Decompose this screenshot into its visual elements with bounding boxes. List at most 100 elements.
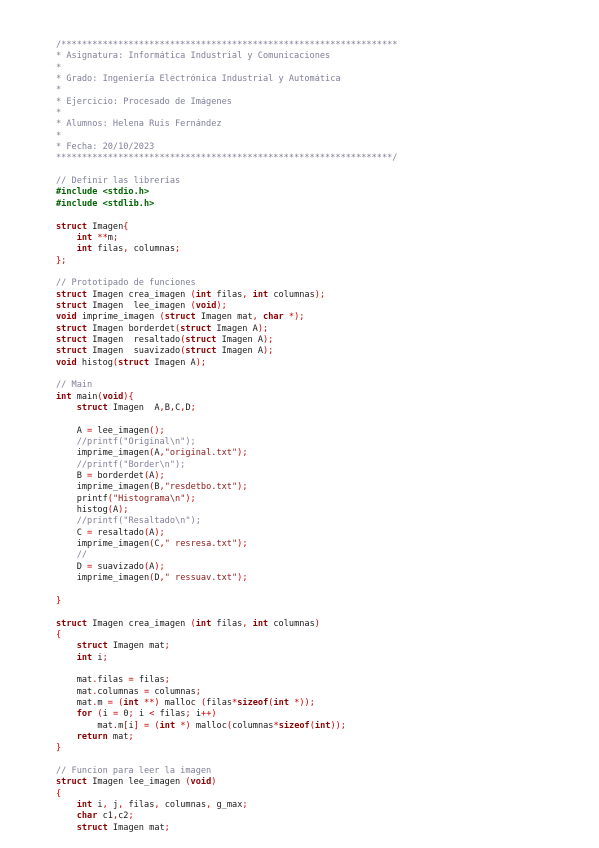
code-token: // Definir las librerías xyxy=(56,176,181,187)
code-line: * xyxy=(56,131,586,142)
code-token: struct xyxy=(76,641,108,652)
code-token: filas xyxy=(123,800,155,811)
code-token: int xyxy=(252,289,269,300)
code-document: /***************************************… xyxy=(56,40,586,834)
code-token: struct xyxy=(76,403,108,413)
code-token: int xyxy=(56,391,72,402)
code-token: int xyxy=(252,618,269,629)
code-token: "original.txt" xyxy=(164,448,238,459)
code-line: } xyxy=(56,743,586,754)
code-line: struct Imagen A,B,C,D; xyxy=(56,403,586,414)
code-line: int main(void){ xyxy=(56,392,586,403)
code-token: filas xyxy=(97,675,129,686)
code-line: int i, j, filas, columnas, g_max; xyxy=(56,800,586,811)
code-token: } xyxy=(56,595,62,606)
code-token: // Funcion para leer la imagen xyxy=(56,766,212,776)
code-token: char xyxy=(263,312,284,323)
code-token: { xyxy=(123,221,129,232)
code-line: // Definir las librerías xyxy=(56,176,586,187)
code-line: { xyxy=(56,630,586,641)
code-token: malloc xyxy=(159,697,201,708)
code-line: imprime_imagen(D," ressuav.txt"); xyxy=(56,573,586,584)
code-token: struct xyxy=(56,300,88,311)
code-token: struct xyxy=(118,357,150,368)
code-token: * Grado: Ingeniería Electrónica Industri… xyxy=(56,74,341,85)
code-token: columnas xyxy=(128,244,176,255)
code-line: struct Imagen{ xyxy=(56,222,586,233)
code-line: }; xyxy=(56,256,586,267)
code-token: ; xyxy=(112,232,119,243)
code-line: struct Imagen crea_imagen (int filas, in… xyxy=(56,290,586,301)
code-line: return mat; xyxy=(56,732,586,743)
code-token: int xyxy=(273,697,289,708)
code-token: imprime_imagen xyxy=(76,312,160,323)
code-line: struct Imagen borderdet(struct Imagen A)… xyxy=(56,324,586,335)
code-line: * Ejercicio: Procesado de Imágenes xyxy=(56,97,586,108)
code-token: ); xyxy=(118,505,129,516)
code-token: columnas xyxy=(268,618,315,629)
code-line: imprime_imagen(C," resresa.txt"); xyxy=(56,539,586,550)
code-token: columnas xyxy=(232,720,274,731)
code-line: imprime_imagen(B,"resdetbo.txt"); xyxy=(56,482,586,493)
code-line: imprime_imagen(A,"original.txt"); xyxy=(56,448,586,459)
code-token: histog xyxy=(56,505,108,516)
code-token: * xyxy=(56,108,62,119)
code-token: "Histograma\n" xyxy=(112,493,186,504)
code-line: #include <stdio.h> xyxy=(56,187,586,198)
code-token: // xyxy=(76,550,88,561)
code-token: lee_imagen xyxy=(92,425,150,436)
code-token: sizeof xyxy=(237,697,269,708)
code-token: **) xyxy=(144,697,160,708)
code-line: void histog(struct Imagen A); xyxy=(56,358,586,369)
code-line: struct Imagen resaltado(struct Imagen A)… xyxy=(56,335,586,346)
code-token: ); xyxy=(237,482,248,493)
code-token: ); xyxy=(263,346,274,357)
code-line: // Funcion para leer la imagen xyxy=(56,766,586,777)
code-token: ); xyxy=(237,539,248,550)
code-token: //printf("Original\n"); xyxy=(76,437,196,448)
code-token: i xyxy=(92,652,103,663)
code-token: int xyxy=(195,289,212,300)
code-token: { xyxy=(56,629,62,640)
code-token: (); xyxy=(149,425,165,436)
code-token: " resresa.txt" xyxy=(164,539,238,550)
code-token: ****************************************… xyxy=(56,153,398,164)
code-token: struct xyxy=(185,334,217,345)
code-token: *)); xyxy=(294,697,315,708)
code-token: main xyxy=(71,391,98,402)
code-token: g_max xyxy=(211,800,243,811)
code-token: resaltado xyxy=(92,527,144,538)
code-token: struct xyxy=(56,618,88,629)
code-token: ); xyxy=(154,527,165,538)
code-line: * Alumnos: Helena Ruis Fernández xyxy=(56,119,586,130)
code-line: D = suavizado(A); xyxy=(56,562,586,573)
code-token: Imagen xyxy=(87,221,124,232)
code-token: filas xyxy=(133,675,165,686)
code-line: mat.m = (int **) malloc (filas*sizeof(in… xyxy=(56,698,586,709)
code-token: ** xyxy=(97,232,108,243)
code-token: int xyxy=(123,697,139,708)
code-token: void xyxy=(56,357,77,368)
code-token: *); xyxy=(288,312,305,323)
code-token: struct xyxy=(56,346,88,357)
code-token: * Fecha: 20/10/2023 xyxy=(56,142,155,153)
code-line: ****************************************… xyxy=(56,153,586,164)
code-line: B = borderdet(A); xyxy=(56,471,586,482)
code-token: j xyxy=(107,800,119,811)
code-token: { xyxy=(56,788,62,799)
code-token: filas xyxy=(154,709,186,720)
code-token: ); xyxy=(237,448,248,459)
code-token: Imagen mat xyxy=(107,641,165,652)
code-token: void xyxy=(102,391,124,402)
code-line: struct Imagen lee_imagen (void); xyxy=(56,301,586,312)
code-token: Imagen A xyxy=(107,403,160,413)
code-line: struct Imagen suavizado(struct Imagen A)… xyxy=(56,346,586,357)
